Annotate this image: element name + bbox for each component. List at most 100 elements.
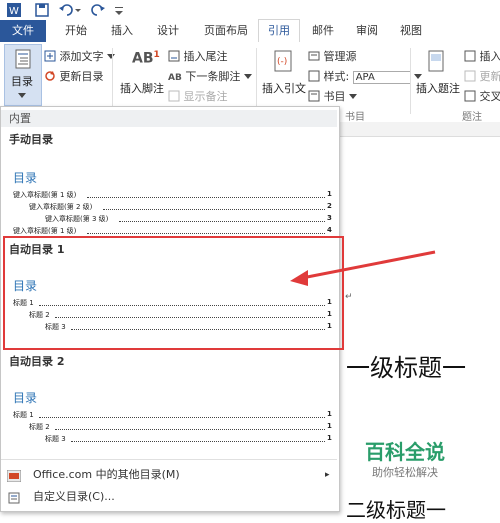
ruler [340,122,500,137]
undo-dropdown-icon[interactable] [74,2,90,18]
more-tocs-label: Office.com 中的其他目录(M) [33,465,180,485]
next-footnote-button[interactable]: AB 下一条脚注 [168,68,252,84]
show-notes-label: 显示备注 [184,90,228,103]
style-value[interactable]: APA [353,71,411,84]
toc-icon [15,49,31,72]
undo-icon[interactable] [58,2,74,18]
next-footnote-icon: AB [168,73,182,83]
insert-caption-label: 插入题注 [416,80,460,96]
toc-dot-leader [39,417,325,418]
toc-dot-leader [87,197,325,198]
svg-text:W: W [9,6,19,17]
insert-caption-button[interactable]: 插入题注 [414,46,460,102]
watermark-title: 百科全说 [365,436,445,465]
table-of-figures-icon [464,50,476,62]
footnote-icon-text: AB [132,51,154,67]
menu-divider [1,459,337,460]
insert-citation-button[interactable]: (-) 插入引文 [260,46,306,102]
insert-table-label: 插入 [480,50,500,63]
tab-insert[interactable]: 插入 [102,20,142,42]
tab-page-layout[interactable]: 页面布局 [196,20,256,42]
toc-dot-leader [71,441,325,442]
custom-toc-icon [8,491,20,511]
show-notes-button[interactable]: 显示备注 [168,88,228,104]
toc-page-number: 2 [327,202,332,210]
style-select[interactable]: 样式: APA [308,68,422,84]
toc-page-number: 4 [327,226,332,234]
manage-sources-button[interactable]: 管理源 [308,48,357,64]
save-icon[interactable] [34,2,50,18]
footnote-icon-sup: 1 [154,50,160,60]
group-separator [256,48,257,114]
toc-label: 目录 [11,73,33,89]
svg-text:(-): (-) [277,57,287,67]
show-notes-icon [168,90,180,102]
toc-preview-line: 键入章标题(第 2 级) [29,202,92,212]
insert-endnote-label: 插入尾注 [184,50,228,63]
add-text-icon [44,50,56,62]
toc-page-number: 1 [327,422,332,430]
redo-icon[interactable] [90,2,106,18]
cross-reference-button[interactable]: 交叉 [464,88,500,104]
chevron-down-icon [18,89,26,102]
insert-footnote-button[interactable]: AB1 插入脚注 [120,46,166,102]
tab-mailings[interactable]: 邮件 [306,20,340,42]
insert-endnote-button[interactable]: 插入尾注 [168,48,228,64]
bibliography-button[interactable]: 书目 [308,88,357,104]
gallery-item-manual-toc[interactable]: 手动目录 目录 键入章标题(第 1 级) 1 键入章标题(第 2 级) 2 键入… [1,129,337,235]
manage-sources-label: 管理源 [324,50,357,63]
endnote-icon [168,50,180,62]
toc-preview-line: 标题 1 [13,410,34,420]
chevron-down-icon [244,74,252,80]
annotation-arrow [280,248,440,288]
toc-preview-line: 键入章标题(第 1 级) [13,190,76,200]
insert-table-of-figures-button[interactable]: 插入 [464,48,500,64]
customize-qat-icon[interactable] [114,2,130,18]
more-tocs-office-menu-item[interactable]: Office.com 中的其他目录(M) ▸ [1,465,337,485]
insert-citation-label: 插入引文 [262,80,306,96]
chevron-down-icon [349,94,357,100]
watermark-subtitle: 助你轻松解决 [372,464,438,480]
style-label: 样式: [324,70,350,83]
tab-view[interactable]: 视图 [394,20,428,42]
office-icon [7,469,21,489]
toc-dot-leader [119,221,325,222]
toc-preview-line: 键入章标题(第 1 级) [13,226,76,236]
tab-references[interactable]: 引用 [258,19,300,43]
gallery-item-name: 手动目录 [9,131,53,147]
add-text-label: 添加文字 [60,50,104,63]
tab-file[interactable]: 文件 [0,20,46,42]
toc-preview-line: 标题 3 [45,434,66,444]
toc-preview-line: 标题 2 [29,422,50,432]
tab-design[interactable]: 设计 [148,20,188,42]
heading-level1[interactable]: 一级标题一 [346,348,466,383]
ribbon-tabs: 文件 开始 插入 设计 页面布局 引用 邮件 审阅 视图 [0,20,500,43]
manage-sources-icon [308,50,320,62]
toc-button[interactable]: 目录 [4,44,42,106]
update-toc-icon [44,70,56,82]
update-toc-label: 更新目录 [60,70,104,83]
caption-icon [428,50,444,75]
heading-level2[interactable]: 二级标题一 [346,494,446,523]
tab-review[interactable]: 审阅 [350,20,384,42]
group-separator [112,48,113,114]
next-footnote-label: 下一条脚注 [185,70,240,83]
add-text-button[interactable]: 添加文字 [44,48,115,64]
group-label-bibliography: 书目 [345,108,365,123]
footnote-icon: AB1 [132,50,160,67]
toc-page-number: 1 [327,190,332,198]
cross-ref-label: 交叉 [480,90,500,103]
bibliography-label: 书目 [324,90,346,103]
gallery-item-auto-toc-2[interactable]: 自动目录 2 目录 标题 1 1 标题 2 1 标题 3 1 [1,351,337,455]
update-toc-button[interactable]: 更新目录 [44,68,104,84]
title-bar: W [0,0,500,20]
custom-toc-menu-item[interactable]: 自定义目录(C)... [1,487,337,507]
bibliography-icon [308,90,320,102]
custom-toc-label: 自定义目录(C)... [33,487,115,507]
style-icon [308,70,320,82]
update-table-label: 更新 [480,70,500,83]
toc-dot-leader [55,429,325,430]
tab-home[interactable]: 开始 [56,20,96,42]
citation-icon: (-) [274,50,292,75]
update-table-button[interactable]: 更新 [464,68,500,84]
